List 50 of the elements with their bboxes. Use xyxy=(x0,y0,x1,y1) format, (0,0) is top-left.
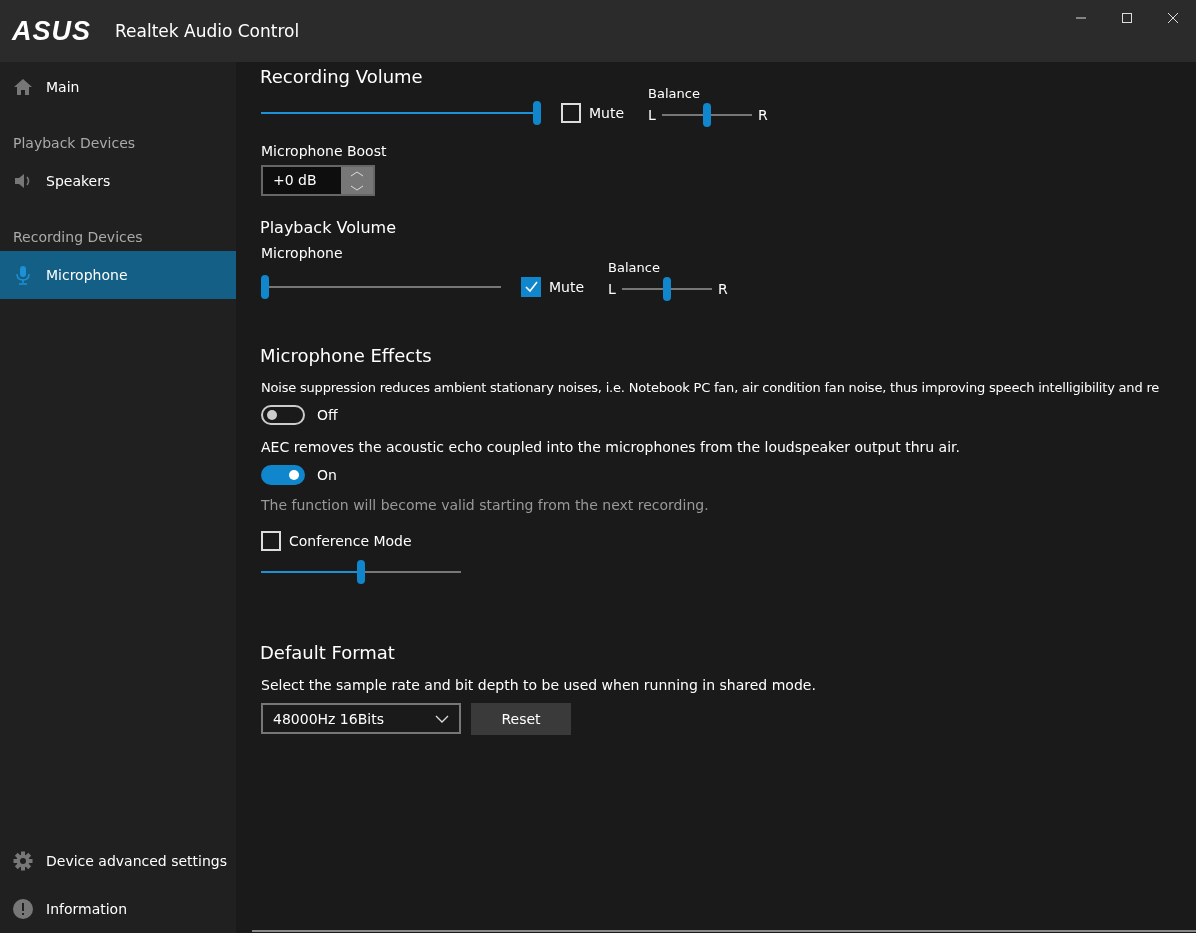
boost-label: Microphone Boost xyxy=(261,143,387,159)
sidebar-item[interactable]: Information xyxy=(0,885,236,933)
right-label: R xyxy=(757,106,768,123)
slider-thumb[interactable] xyxy=(261,275,269,299)
right-label: R xyxy=(717,280,728,297)
left-label: L xyxy=(608,280,616,297)
description: Noise suppression reduces ambient stationary noises, i.e. Notebook PC fan, air condition fan noise, thus improving speech intelligibility and re xyxy=(261,380,1160,395)
checkmark-icon xyxy=(524,280,538,294)
scrollbar[interactable] xyxy=(252,930,1196,932)
slider-thumb[interactable] xyxy=(357,560,365,584)
balance-label: Balance xyxy=(608,259,661,275)
section-title: Playback Volume xyxy=(260,218,396,237)
slider-thumb[interactable] xyxy=(702,102,711,127)
sidebar-item[interactable]: Microphone xyxy=(0,251,236,299)
left-label: L xyxy=(648,106,656,123)
gear-icon xyxy=(13,851,33,871)
format-dropdown[interactable]: 48000Hz 16Bits xyxy=(261,703,461,734)
section-title: Microphone Effects xyxy=(260,345,432,366)
note: The function will become valid starting from the next recording. xyxy=(261,497,709,513)
section-header: Playback Devices xyxy=(12,134,137,153)
chevron-down-icon xyxy=(435,714,449,723)
balance-slider[interactable] xyxy=(661,102,752,127)
description: AEC removes the acoustic echo coupled into the microphones from the loudspeaker output thru air. xyxy=(261,439,960,455)
logo: ASUS xyxy=(12,15,92,47)
section-title: Default Format xyxy=(260,642,395,663)
slider-thumb[interactable] xyxy=(533,101,541,125)
boost-spinner[interactable]: +0 dB xyxy=(261,165,375,196)
sidebar-item[interactable]: Device advanced settings xyxy=(0,837,236,885)
mute-checkbox[interactable]: Mute xyxy=(521,277,585,297)
conference-slider[interactable] xyxy=(261,560,461,584)
home-icon xyxy=(13,78,33,96)
sidebar-item[interactable]: Speakers xyxy=(0,157,236,205)
info-icon xyxy=(13,899,33,919)
channel-label: Microphone xyxy=(261,245,343,261)
recording-volume-slider[interactable] xyxy=(261,101,541,125)
balance-slider[interactable] xyxy=(621,276,712,301)
description: Select the sample rate and bit depth to be used when running in shared mode. xyxy=(261,677,816,693)
mute-checkbox[interactable]: Mute xyxy=(561,103,625,123)
conference-checkbox[interactable]: Conference Mode xyxy=(261,531,412,551)
sidebar-item[interactable]: Main xyxy=(0,63,236,111)
slider-thumb[interactable] xyxy=(662,276,671,301)
microphone-icon xyxy=(13,265,33,285)
maximize-icon xyxy=(1121,12,1133,24)
section-header: Recording Devices xyxy=(12,228,144,247)
playback-volume-slider[interactable] xyxy=(261,275,501,299)
window-title: Realtek Audio Control xyxy=(115,21,300,41)
section-title: Recording Volume xyxy=(260,66,423,87)
close-icon xyxy=(1167,12,1179,24)
balance-label: Balance xyxy=(648,85,701,101)
reset-button[interactable]: Reset xyxy=(471,703,571,735)
